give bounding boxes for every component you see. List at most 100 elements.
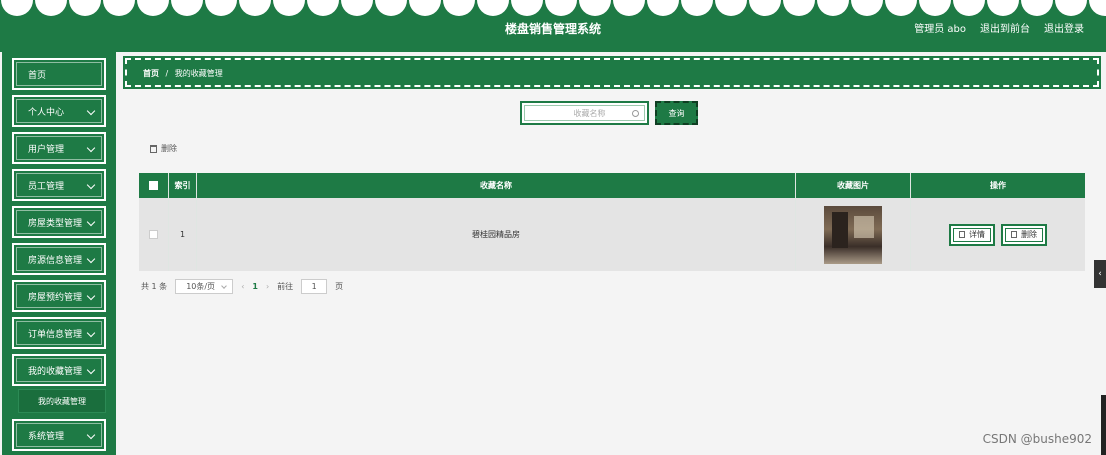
search-button[interactable]: 查询 (655, 101, 698, 125)
row-image-cell (796, 198, 911, 271)
sidebar-item-profile[interactable]: 个人中心 (11, 94, 107, 128)
scallop (817, 0, 849, 16)
chevron-down-icon (86, 365, 96, 375)
sidebar-item-listings[interactable]: 房源信息管理 (11, 242, 107, 276)
breadcrumb-current: 我的收藏管理 (174, 69, 223, 78)
submenu-item-favorites[interactable]: 我的收藏管理 (18, 389, 106, 413)
trash-icon (1011, 231, 1017, 238)
scallop (137, 0, 169, 16)
sidebar-item-label: 用户管理 (28, 144, 65, 155)
scallop (987, 0, 1019, 16)
sidebar-item-label: 我的收藏管理 (28, 366, 83, 377)
chevron-down-icon (86, 254, 96, 264)
scallop (35, 0, 67, 16)
column-header-image: 收藏图片 (796, 173, 911, 198)
table-row: 1 碧桂园精品房 详情 删除 (139, 198, 1085, 271)
sidebar-item-label: 房屋预约管理 (28, 292, 83, 303)
scallop (579, 0, 611, 16)
row-select[interactable] (139, 198, 169, 271)
chevron-down-icon (86, 217, 96, 227)
sidebar-item-house-types[interactable]: 房屋类型管理 (11, 205, 107, 239)
scallop (1, 0, 33, 16)
detail-label: 详情 (969, 230, 985, 239)
top-header: 楼盘销售管理系统 管理员 abo 退出到前台 退出登录 (0, 0, 1106, 52)
sidebar-item-label: 订单信息管理 (28, 329, 83, 340)
prev-page-button[interactable]: ‹ (241, 282, 244, 291)
sidebar-item-label: 员工管理 (28, 181, 65, 192)
room-thumbnail[interactable] (824, 205, 882, 264)
sidebar-item-users[interactable]: 用户管理 (11, 131, 107, 165)
search-icon (632, 110, 639, 117)
breadcrumb-separator: / (165, 69, 169, 78)
scallop (273, 0, 305, 16)
goto-page-value: 1 (311, 282, 317, 291)
scallop (477, 0, 509, 16)
chevron-down-icon (86, 291, 96, 301)
sidebar-item-label: 个人中心 (28, 107, 65, 118)
pagination: 共 1 条 10条/页 ‹ 1 › 前往 1 页 (141, 279, 343, 294)
user-label: 管理员 abo (914, 24, 966, 35)
batch-delete-label: 删除 (161, 144, 177, 153)
breadcrumb-bar: 首页 / 我的收藏管理 (123, 56, 1101, 89)
scallop (715, 0, 747, 16)
scrollbar[interactable] (1101, 395, 1106, 455)
checkbox-icon[interactable] (149, 181, 158, 190)
sidebar: 首页 个人中心 用户管理 员工管理 房屋类型管理 房源信息管理 房屋预约管理 订… (2, 52, 116, 455)
sidebar-item-home[interactable]: 首页 (11, 57, 107, 91)
batch-delete-button[interactable]: 删除 (150, 143, 177, 154)
chevron-down-icon (86, 430, 96, 440)
header-select-all[interactable] (139, 173, 169, 198)
chevron-down-icon (86, 328, 96, 338)
scallop (851, 0, 883, 16)
page-size-value: 10条/页 (186, 282, 216, 291)
sidebar-item-label: 系统管理 (28, 431, 65, 442)
scallop (443, 0, 475, 16)
sidebar-item-label: 房源信息管理 (28, 255, 83, 266)
watermark: CSDN @bushe902 (982, 432, 1092, 446)
sidebar-item-system[interactable]: 系统管理 (11, 418, 107, 452)
scallop (647, 0, 679, 16)
goto-page-input[interactable]: 1 (301, 279, 328, 294)
sidebar-item-label: 首页 (28, 70, 47, 81)
sidebar-item-orders[interactable]: 订单信息管理 (11, 316, 107, 350)
breadcrumb: 首页 / 我的收藏管理 (143, 68, 223, 79)
scallop (613, 0, 645, 16)
current-page[interactable]: 1 (252, 282, 258, 291)
scallop (783, 0, 815, 16)
row-actions: 详情 删除 (911, 198, 1085, 271)
scallop-decoration (1, 0, 1106, 16)
document-icon (959, 231, 965, 238)
scallop (307, 0, 339, 16)
scallop (409, 0, 441, 16)
to-front-link[interactable]: 退出到前台 (980, 20, 1030, 35)
row-name: 碧桂园精品房 (197, 198, 796, 271)
column-header-actions: 操作 (990, 181, 1006, 190)
scallop (885, 0, 917, 16)
sidebar-item-favorites[interactable]: 我的收藏管理 (11, 353, 107, 387)
next-page-button[interactable]: › (266, 282, 269, 291)
column-header-name: 收藏名称 (197, 173, 796, 198)
sidebar-item-label: 房屋类型管理 (28, 218, 83, 229)
delete-label: 删除 (1021, 230, 1037, 239)
chevron-down-icon (86, 180, 96, 190)
row-index: 1 (169, 198, 197, 271)
breadcrumb-home[interactable]: 首页 (143, 69, 159, 78)
page-size-select[interactable]: 10条/页 (175, 279, 234, 294)
scallop (205, 0, 237, 16)
collapse-tab[interactable]: ‹ (1094, 260, 1106, 288)
checkbox-icon[interactable] (149, 230, 158, 239)
scallop (69, 0, 101, 16)
column-header-index: 索引 (169, 173, 197, 198)
logout-link[interactable]: 退出登录 (1044, 20, 1084, 35)
search-input[interactable]: 收藏名称 (520, 101, 649, 125)
sidebar-item-appointments[interactable]: 房屋预约管理 (11, 279, 107, 313)
delete-button[interactable]: 删除 (1001, 223, 1047, 246)
detail-button[interactable]: 详情 (949, 223, 995, 246)
scallop (953, 0, 985, 16)
goto-label: 前往 (277, 282, 294, 291)
chevron-down-icon (86, 143, 96, 153)
total-count: 共 1 条 (141, 282, 168, 291)
sidebar-item-staff[interactable]: 员工管理 (11, 168, 107, 202)
scallop (171, 0, 203, 16)
scallop (749, 0, 781, 16)
